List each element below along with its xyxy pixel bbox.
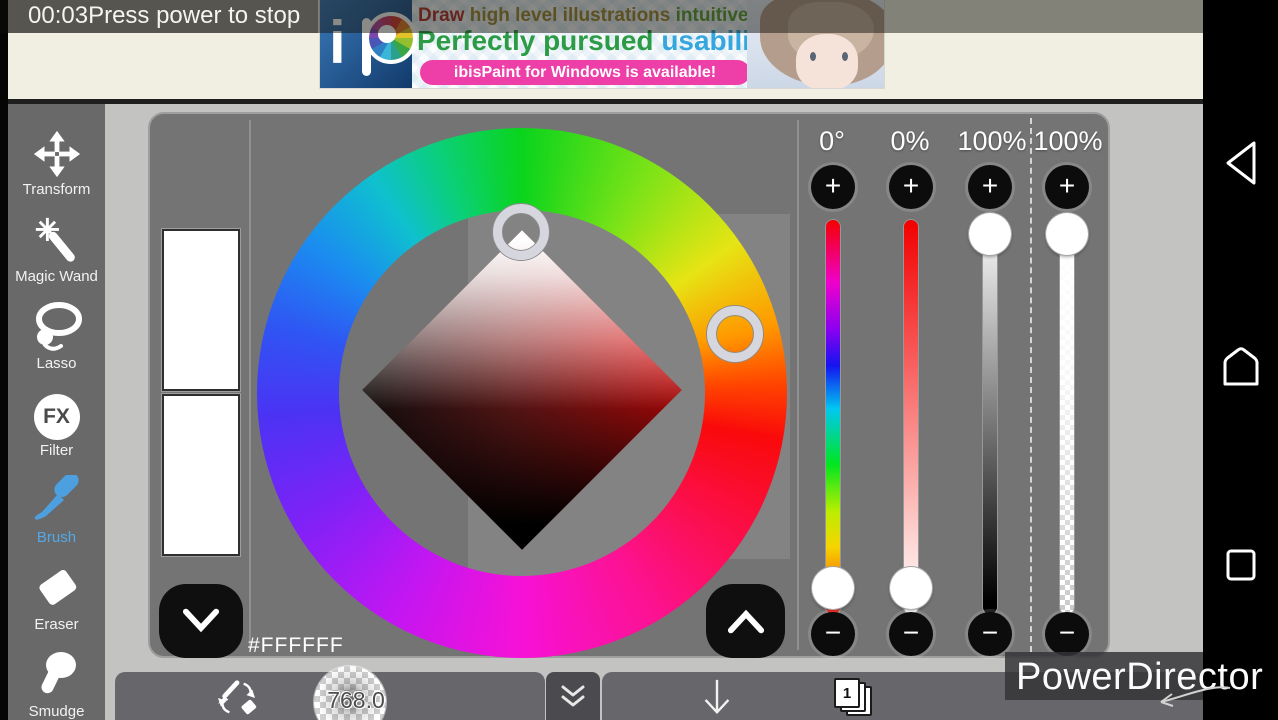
opacity-minus-button[interactable]: − [1045,612,1089,656]
transform-move-icon [33,130,80,178]
color-picker-panel: #FFFFFF 0° + − 0% + − 100% + − 100% + − [148,112,1110,658]
chevron-down-icon [182,608,220,633]
nav-home-button[interactable] [1203,342,1278,388]
brightness-slider-track[interactable] [983,220,997,614]
home-icon [1223,347,1258,386]
layer-page-front: 1 [834,678,860,708]
toolbar-sidebar: Transform Magic Wand Lasso FX Filter Bru… [8,104,105,720]
fx-filter-icon: FX [33,394,80,440]
sidebar-item-eraser[interactable]: Eraser [8,547,105,633]
collapse-toolbar-button[interactable] [546,672,600,720]
record-timer: 00:03 [28,2,89,29]
opacity-plus-button[interactable]: + [1045,165,1089,209]
saturation-minus-button[interactable]: − [889,612,933,656]
brush-size-value: 768.0 [327,687,385,713]
sidebar-item-label: Magic Wand [15,268,98,285]
opacity-slider-track[interactable] [1060,220,1074,614]
sidebar-item-label: Brush [36,529,77,546]
plus-icon: + [981,170,999,201]
sidebar-item-transform[interactable]: Transform [8,112,105,198]
panel-divider [249,120,251,650]
sidebar-item-label: Transform [22,181,91,198]
eraser-icon [38,569,76,605]
sidebar-item-brush[interactable]: Brush [8,460,105,546]
saturation-slider-thumb[interactable] [890,567,932,609]
sv-selector-ring[interactable] [493,204,549,260]
recents-square-icon [1226,549,1255,581]
expand-picker-button[interactable] [706,584,785,658]
opacity-value-label: 100% [1033,126,1103,156]
sidebar-item-label: Eraser [34,616,79,633]
lasso-icon [35,302,82,351]
nav-recents-button[interactable] [1203,546,1278,584]
color-swatch-previous[interactable] [162,394,240,556]
minus-icon: − [902,617,920,648]
screen: i Draw high level illustrations intuitiv… [0,0,1278,720]
layer-count: 1 [842,684,852,702]
double-chevron-down-icon [561,685,585,707]
collapse-picker-button[interactable] [159,584,243,658]
hue-selector-ring[interactable] [707,306,763,362]
hue-slider-thumb[interactable] [812,567,854,609]
brightness-slider-thumb[interactable] [969,213,1011,255]
record-message: Press power to stop [88,2,301,29]
left-edge-strip [0,0,8,720]
sidebar-item-lasso[interactable]: Lasso [8,286,105,372]
sidebar-item-filter[interactable]: FX Filter [8,373,105,459]
download-arrow-icon[interactable] [700,678,734,718]
hue-slider-track[interactable] [826,220,840,614]
brush-icon [34,475,79,520]
opacity-section-divider [1030,118,1032,652]
screen-record-text: 00:03Press power to stop [28,2,300,30]
hue-minus-button[interactable]: − [811,612,855,656]
panel-divider [797,120,799,650]
sidebar-item-label: Smudge [28,703,85,720]
sidebar-item-label: Filter [39,442,74,459]
opacity-slider-thumb[interactable] [1046,213,1088,255]
ad-cta-pill[interactable]: ibisPaint for Windows is available! [420,60,750,85]
saturation-plus-button[interactable]: + [889,165,933,209]
smudge-finger-icon [40,652,76,694]
sidebar-item-magic-wand[interactable]: Magic Wand [8,199,105,285]
magic-wand-icon [35,217,75,262]
saturation-slider-track[interactable] [904,220,918,614]
color-swatch-current[interactable] [162,229,240,391]
brush-eraser-swap-icon[interactable] [214,679,260,717]
nav-back-button[interactable] [1203,138,1278,188]
minus-icon: − [824,617,842,648]
minus-icon: − [981,617,999,648]
plus-icon: + [1058,170,1076,201]
hex-color-value: #FFFFFF [248,634,344,657]
brightness-minus-button[interactable]: − [968,612,1012,656]
chevron-up-icon [727,609,764,634]
layers-button[interactable]: 1 [832,678,878,718]
minus-icon: − [1058,617,1076,648]
hue-plus-button[interactable]: + [811,165,855,209]
plus-icon: + [824,170,842,201]
sidebar-item-smudge[interactable]: Smudge [8,634,105,720]
plus-icon: + [902,170,920,201]
sidebar-item-label: Lasso [36,355,77,372]
back-triangle-icon [1226,141,1255,185]
brightness-plus-button[interactable]: + [968,165,1012,209]
watermark-arrow-sketch [1160,686,1231,707]
